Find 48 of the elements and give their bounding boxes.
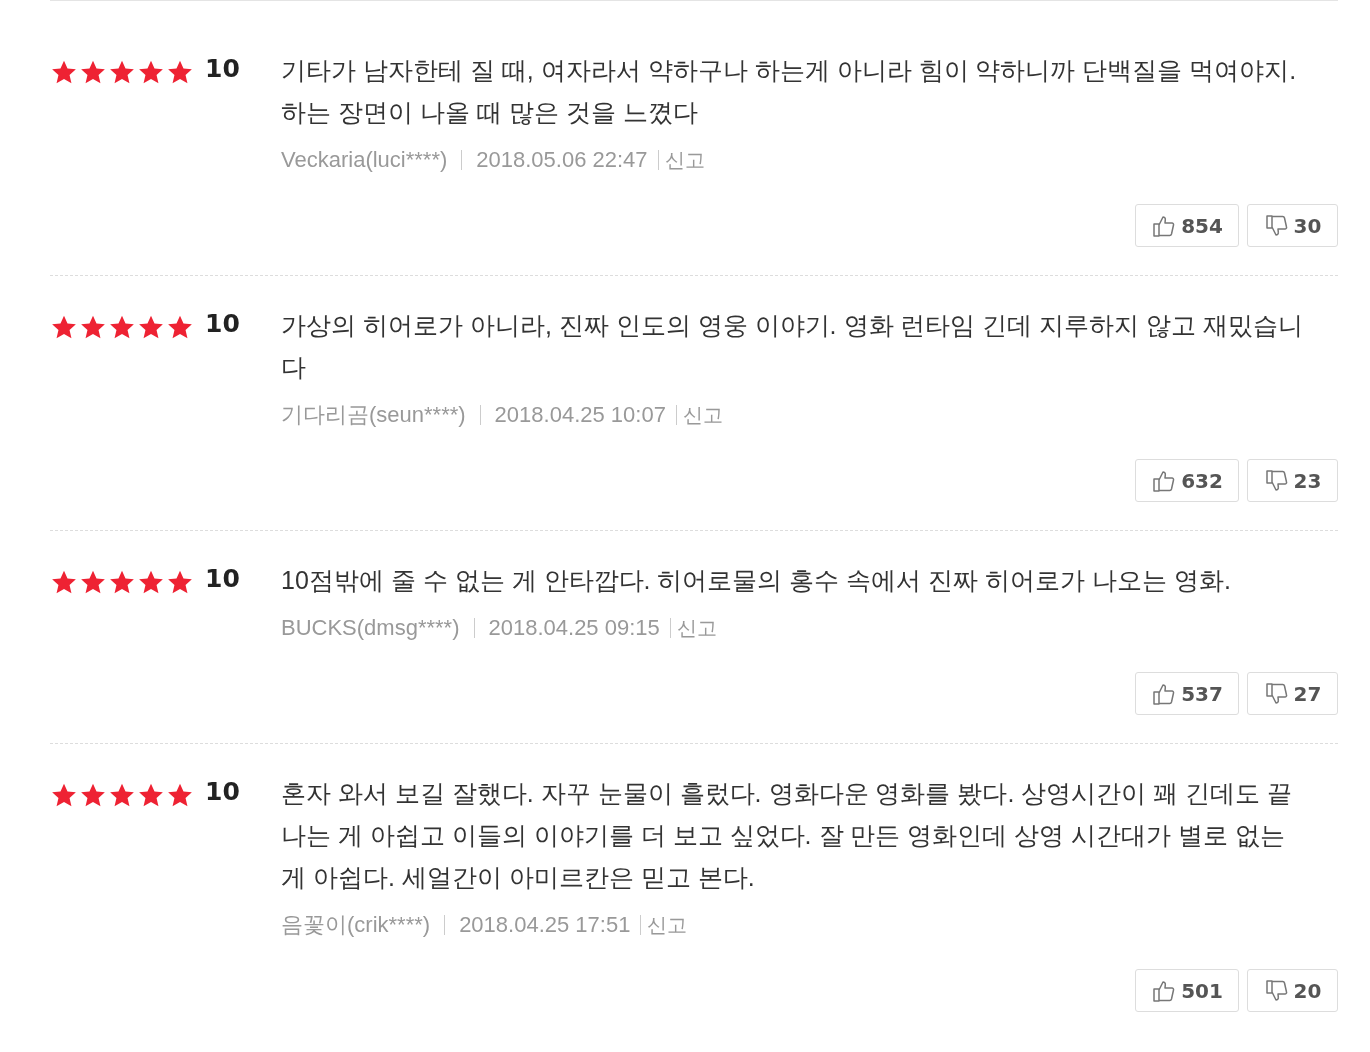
star-icon [137,782,165,808]
star-icon [79,314,107,340]
star-icon [50,569,78,595]
star-icon [108,59,136,85]
star-icon [137,314,165,340]
star-icon [50,59,78,85]
star-icon [166,314,194,340]
star-icon [137,569,165,595]
like-button[interactable]: 537 [1135,672,1239,715]
star-icon [137,59,165,85]
star-icon [79,59,107,85]
author-name: Veckaria(luci****) [281,146,448,174]
dislike-button[interactable]: 23 [1247,459,1338,502]
review-date: 2018.04.25 10:07 [494,401,666,429]
review-text: 가상의 히어로가 아니라, 진짜 인도의 영웅 이야기. 영화 런타임 긴데 지루하지 않고 재밌습니다 [281,310,1305,383]
star-icon [108,569,136,595]
dislike-button[interactable]: 30 [1247,204,1338,247]
review-text: 혼자 와서 보길 잘했다. 자꾸 눈물이 흘렀다. 영화다운 영화를 봤다. 상영시간이 꽤 긴데도 끝나는 게 아쉽고 이들의 이야기를 더 보고 싶었다. 잘 만든 영화인데 상영 시간대가 별로 없는 게 아쉽다. 세얼간이 아미르칸은 믿고 본다. [281,778,1294,893]
thumbs-down-icon [1263,212,1290,239]
score: 10 [204,53,241,85]
dislike-button[interactable]: 27 [1247,672,1338,715]
review-date: 2018.04.25 17:51 [459,911,631,939]
star-icon [166,569,194,595]
score: 10 [204,308,241,340]
author-name: 기다리곰(seun****) [281,401,466,429]
star-icon [50,782,78,808]
thumbs-down-icon [1263,977,1290,1004]
score: 10 [204,776,241,808]
star-icon [50,314,78,340]
like-button[interactable]: 854 [1135,204,1239,247]
star-icon [79,782,107,808]
review-date: 2018.04.25 09:15 [488,614,660,642]
score: 10 [204,563,241,595]
star-icon [108,314,136,340]
star-icon [108,782,136,808]
review-date: 2018.05.06 22:47 [476,146,648,174]
thumbs-down-icon [1263,467,1290,494]
star-icon [79,569,107,595]
star-icon [166,59,194,85]
review-text: 10점밖에 줄 수 없는 게 안타깝다. 히어로물의 홍수 속에서 진짜 히어로가 나오는 영화. [281,565,1233,596]
like-button[interactable]: 501 [1135,969,1239,1012]
dislike-button[interactable]: 20 [1247,969,1338,1012]
review-text: 기타가 남자한테 질 때, 여자라서 약하구나 하는게 아니라 힘이 약하니까 단백질을 먹여야지. 하는 장면이 나올 때 많은 것을 느꼈다 [281,55,1298,128]
author-name: BUCKS(dmsg****) [281,614,460,642]
author-name: 음꽃이(crik****) [281,911,431,939]
star-icon [166,782,194,808]
thumbs-down-icon [1263,680,1290,707]
like-button[interactable]: 632 [1135,459,1239,502]
